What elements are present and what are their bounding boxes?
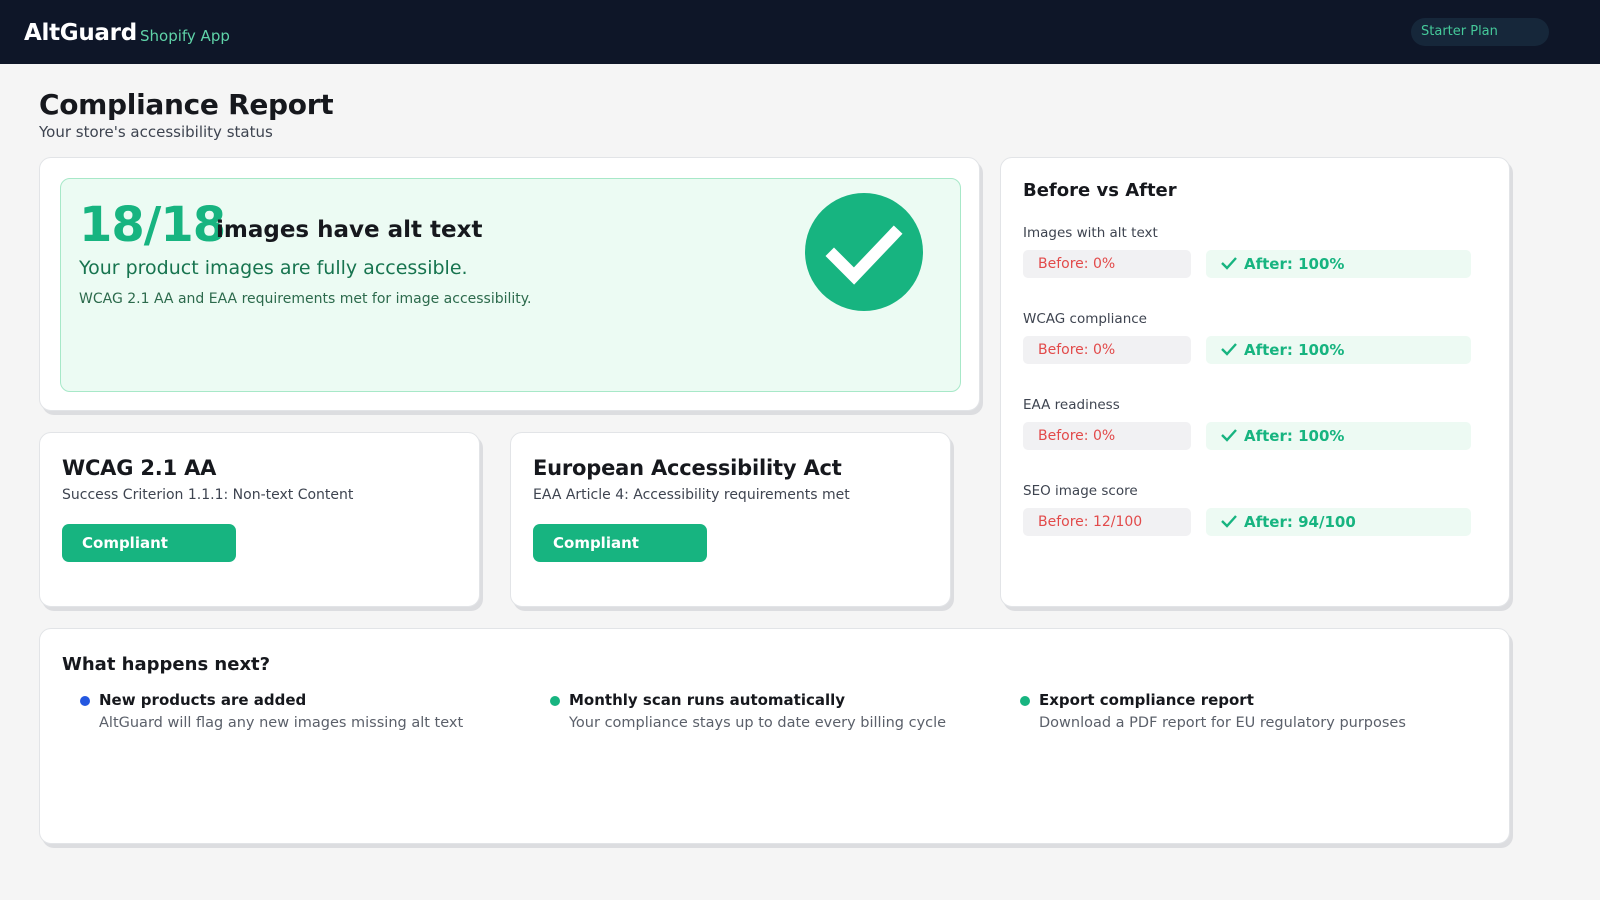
bullet-dot-icon <box>550 696 560 706</box>
images-count-label: images have alt text <box>216 217 483 243</box>
before-value: Before: 0% <box>1023 422 1191 450</box>
eaa-card: European Accessibility Act EAA Article 4… <box>510 432 951 607</box>
next-step-title: Monthly scan runs automatically <box>569 691 846 709</box>
after-text: After: 100% <box>1244 255 1345 273</box>
after-text: After: 94/100 <box>1244 513 1356 531</box>
after-value: After: 94/100 <box>1206 508 1471 536</box>
next-steps-title: What happens next? <box>62 654 271 675</box>
page-title: Compliance Report <box>39 88 334 121</box>
after-text: After: 100% <box>1244 341 1345 359</box>
after-value: After: 100% <box>1206 250 1471 278</box>
summary-headline: Your product images are fully accessible… <box>79 257 468 279</box>
bullet-dot-icon <box>80 696 90 706</box>
check-icon <box>1221 515 1237 528</box>
bullet-dot-icon <box>1020 696 1030 706</box>
top-bar: AltGuard Shopify App Starter Plan <box>0 0 1600 64</box>
next-step-item: New products are added AltGuard will fla… <box>62 691 522 741</box>
comparison-row: EAA readiness Before: 0% After: 100% <box>1023 397 1473 457</box>
next-step-title: Export compliance report <box>1039 691 1254 709</box>
wcag-card: WCAG 2.1 AA Success Criterion 1.1.1: Non… <box>39 432 480 607</box>
eaa-subtitle: EAA Article 4: Accessibility requirement… <box>533 487 850 503</box>
next-step-item: Monthly scan runs automatically Your com… <box>532 691 992 741</box>
before-value: Before: 0% <box>1023 336 1191 364</box>
wcag-title: WCAG 2.1 AA <box>62 456 217 480</box>
comparison-label: EAA readiness <box>1023 397 1120 413</box>
page-subtitle: Your store's accessibility status <box>39 123 273 141</box>
next-step-item: Export compliance report Download a PDF … <box>1002 691 1462 741</box>
check-circle-icon <box>805 193 923 311</box>
after-value: After: 100% <box>1206 336 1471 364</box>
eaa-title: European Accessibility Act <box>533 456 842 480</box>
comparison-label: Images with alt text <box>1023 225 1158 241</box>
plan-badge[interactable]: Starter Plan <box>1411 18 1549 46</box>
next-step-desc: AltGuard will flag any new images missin… <box>99 715 464 731</box>
comparison-label: SEO image score <box>1023 483 1138 499</box>
next-steps-card: What happens next? New products are adde… <box>39 628 1510 844</box>
summary-note: WCAG 2.1 AA and EAA requirements met for… <box>79 291 532 307</box>
wcag-subtitle: Success Criterion 1.1.1: Non-text Conten… <box>62 487 354 503</box>
comparison-row: Images with alt text Before: 0% After: 1… <box>1023 225 1473 285</box>
next-step-desc: Your compliance stays up to date every b… <box>569 715 947 731</box>
comparison-row: WCAG compliance Before: 0% After: 100% <box>1023 311 1473 371</box>
wcag-status-badge[interactable]: Compliant <box>62 524 236 562</box>
app-logo[interactable]: AltGuard <box>24 20 137 46</box>
check-icon <box>1221 343 1237 356</box>
comparison-row: SEO image score Before: 12/100 After: 94… <box>1023 483 1473 543</box>
after-text: After: 100% <box>1244 427 1345 445</box>
check-icon <box>1221 257 1237 270</box>
before-value: Before: 12/100 <box>1023 508 1191 536</box>
before-after-card: Before vs After Images with alt text Bef… <box>1000 157 1510 607</box>
before-after-title: Before vs After <box>1023 180 1177 201</box>
images-count: 18/18 <box>79 197 226 253</box>
check-icon <box>1221 429 1237 442</box>
after-value: After: 100% <box>1206 422 1471 450</box>
before-value: Before: 0% <box>1023 250 1191 278</box>
eaa-status-badge[interactable]: Compliant <box>533 524 707 562</box>
next-step-title: New products are added <box>99 691 307 709</box>
next-step-desc: Download a PDF report for EU regulatory … <box>1039 715 1406 731</box>
app-subtitle: Shopify App <box>140 27 230 45</box>
summary-banner: 18/18 images have alt text Your product … <box>60 178 961 392</box>
summary-card: 18/18 images have alt text Your product … <box>39 157 980 411</box>
comparison-label: WCAG compliance <box>1023 311 1147 327</box>
